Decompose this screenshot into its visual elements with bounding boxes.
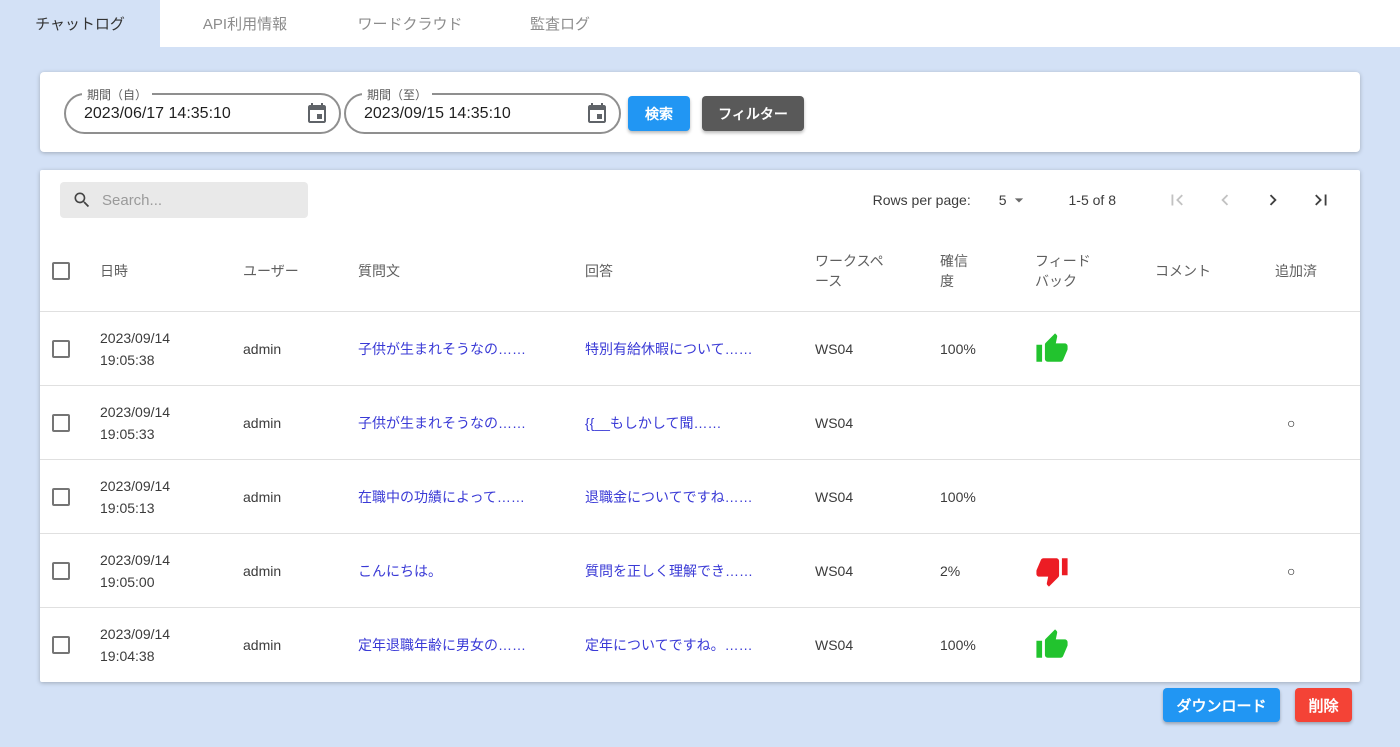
answer-link[interactable]: 特別有給休暇について…… [585, 339, 753, 359]
row-datetime: 2023/09/1419:05:33 [100, 401, 170, 445]
row-confidence [926, 386, 1021, 459]
question-link[interactable]: こんにちは。 [358, 561, 442, 581]
chat-log-table-card: Rows per page: 5 1-5 of 8 [40, 170, 1360, 682]
question-link[interactable]: 在職中の功績によって…… [358, 487, 525, 507]
row-checkbox[interactable] [52, 414, 70, 432]
date-from-field[interactable]: 期間（自） 2023/06/17 14:35:10 [64, 93, 341, 134]
feedback-cell [1021, 460, 1141, 533]
row-user: admin [229, 460, 344, 533]
answer-link[interactable]: {{__もしかして聞…… [585, 413, 722, 433]
row-datetime: 2023/09/1419:04:38 [100, 623, 170, 667]
last-page-icon[interactable] [1308, 187, 1334, 213]
row-datetime: 2023/09/1419:05:13 [100, 475, 170, 519]
row-comment [1141, 312, 1261, 385]
delete-button[interactable]: 削除 [1295, 688, 1352, 722]
select-all-checkbox[interactable] [52, 262, 70, 280]
date-to-value[interactable]: 2023/09/15 14:35:10 [364, 95, 511, 132]
tab-api-usage[interactable]: API利用情報 [160, 0, 330, 47]
question-link[interactable]: 子供が生まれそうなの…… [358, 413, 526, 433]
download-button[interactable]: ダウンロード [1163, 688, 1280, 722]
search-button[interactable]: 検索 [628, 96, 690, 131]
table-search-input[interactable] [102, 192, 292, 209]
added-marker: ○ [1287, 415, 1295, 431]
pagination: Rows per page: 5 1-5 of 8 [873, 170, 1334, 230]
table-row: 2023/09/1419:05:38 admin 子供が生まれそうなの…… 特別… [40, 312, 1360, 386]
header-user: ユーザー [229, 230, 344, 311]
table-row: 2023/09/1419:05:00 admin こんにちは。 質問を正しく理解… [40, 534, 1360, 608]
pagination-range-label: 1-5 of 8 [1069, 192, 1116, 208]
added-marker: ○ [1287, 563, 1295, 579]
feedback-cell [1021, 386, 1141, 459]
row-confidence: 100% [926, 608, 1021, 682]
row-workspace: WS04 [801, 608, 926, 682]
header-added: 追加済 [1261, 230, 1360, 311]
pagination-controls [1142, 187, 1334, 213]
question-link[interactable]: 子供が生まれそうなの…… [358, 339, 526, 359]
header-answer: 回答 [571, 230, 801, 311]
table-search-box[interactable] [60, 182, 308, 218]
row-workspace: WS04 [801, 534, 926, 607]
tab-bar: チャットログ API利用情報 ワードクラウド 監査ログ [0, 0, 1400, 47]
rows-per-page-value: 5 [999, 192, 1007, 208]
date-from-value[interactable]: 2023/06/17 14:35:10 [84, 95, 231, 132]
row-checkbox[interactable] [52, 488, 70, 506]
calendar-icon[interactable] [305, 102, 329, 126]
row-comment [1141, 534, 1261, 607]
answer-link[interactable]: 質問を正しく理解でき…… [585, 561, 753, 581]
feedback-cell [1021, 312, 1141, 385]
row-checkbox[interactable] [52, 340, 70, 358]
feedback-cell [1021, 534, 1141, 607]
table-row: 2023/09/1419:04:38 admin 定年退職年齢に男女の…… 定年… [40, 608, 1360, 682]
row-comment [1141, 460, 1261, 533]
calendar-icon[interactable] [585, 102, 609, 126]
row-checkbox[interactable] [52, 562, 70, 580]
row-datetime: 2023/09/1419:05:00 [100, 549, 170, 593]
tab-audit-log[interactable]: 監査ログ [490, 0, 630, 47]
dropdown-caret-icon [1009, 190, 1029, 210]
row-confidence: 2% [926, 534, 1021, 607]
header-comment: コメント [1141, 230, 1261, 311]
thumb-down-icon [1035, 554, 1069, 588]
prev-page-icon[interactable] [1212, 187, 1238, 213]
header-workspace: ワークスペース [801, 230, 926, 311]
next-page-icon[interactable] [1260, 187, 1286, 213]
row-checkbox[interactable] [52, 636, 70, 654]
feedback-cell [1021, 608, 1141, 682]
tab-word-cloud[interactable]: ワードクラウド [330, 0, 490, 47]
row-user: admin [229, 386, 344, 459]
row-confidence: 100% [926, 312, 1021, 385]
row-workspace: WS04 [801, 312, 926, 385]
first-page-icon[interactable] [1164, 187, 1190, 213]
row-datetime: 2023/09/1419:05:38 [100, 327, 170, 371]
header-feedback: フィードバック [1021, 230, 1141, 311]
table-header-row: 日時 ユーザー 質問文 回答 ワークスペース 確信度 フィードバック コメント … [40, 230, 1360, 312]
row-comment [1141, 386, 1261, 459]
row-user: admin [229, 534, 344, 607]
table-row: 2023/09/1419:05:13 admin 在職中の功績によって…… 退職… [40, 460, 1360, 534]
rows-per-page-label: Rows per page: [873, 192, 971, 208]
answer-link[interactable]: 定年についてですね。…… [585, 635, 753, 655]
header-question: 質問文 [344, 230, 571, 311]
row-confidence: 100% [926, 460, 1021, 533]
table-row: 2023/09/1419:05:33 admin 子供が生まれそうなの…… {{… [40, 386, 1360, 460]
search-icon [72, 190, 92, 210]
row-user: admin [229, 608, 344, 682]
tab-chat-log[interactable]: チャットログ [0, 0, 160, 47]
thumb-up-icon [1035, 332, 1069, 366]
table-toolbar: Rows per page: 5 1-5 of 8 [40, 170, 1360, 230]
header-confidence: 確信度 [926, 230, 1021, 311]
date-to-field[interactable]: 期間（至） 2023/09/15 14:35:10 [344, 93, 621, 134]
row-workspace: WS04 [801, 386, 926, 459]
row-workspace: WS04 [801, 460, 926, 533]
question-link[interactable]: 定年退職年齢に男女の…… [358, 635, 526, 655]
filter-button[interactable]: フィルター [702, 96, 804, 131]
thumb-up-icon [1035, 628, 1069, 662]
rows-per-page-select[interactable]: 5 [999, 190, 1029, 210]
row-comment [1141, 608, 1261, 682]
row-user: admin [229, 312, 344, 385]
answer-link[interactable]: 退職金についてですね…… [585, 487, 753, 507]
header-date: 日時 [86, 230, 229, 311]
filter-card: 期間（自） 2023/06/17 14:35:10 期間（至） 2023/09/… [40, 72, 1360, 152]
